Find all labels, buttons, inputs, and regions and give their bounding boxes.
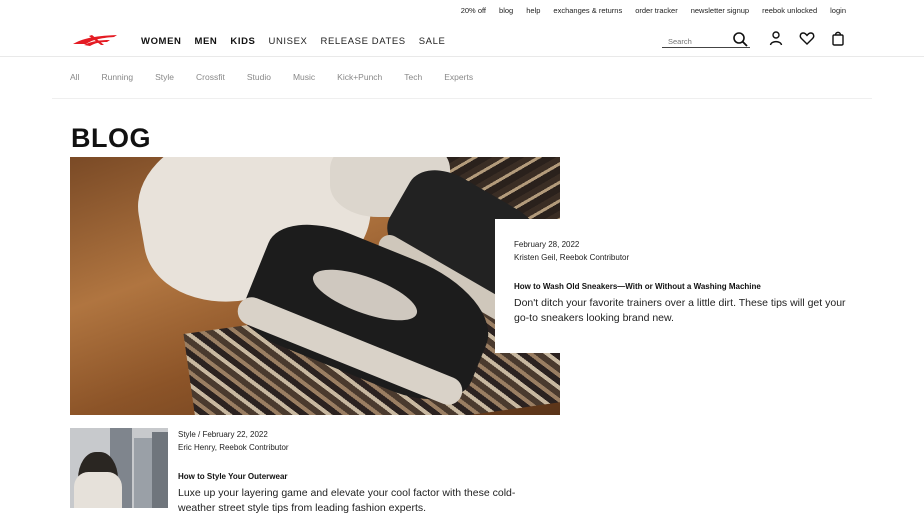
utility-link-help[interactable]: help xyxy=(526,6,540,15)
utility-link-exchanges[interactable]: exchanges & returns xyxy=(553,6,622,15)
category-style[interactable]: Style xyxy=(155,72,174,82)
post-author: Eric Henry, Reebok Contributor xyxy=(178,443,289,452)
category-studio[interactable]: Studio xyxy=(247,72,271,82)
utility-link-unlocked[interactable]: reebok unlocked xyxy=(762,6,817,15)
utility-link-blog[interactable]: blog xyxy=(499,6,513,15)
utility-link-order-tracker[interactable]: order tracker xyxy=(635,6,678,15)
post-title[interactable]: How to Style Your Outerwear xyxy=(178,472,288,481)
featured-post-image[interactable] xyxy=(70,157,560,415)
nav-sale[interactable]: SALE xyxy=(419,36,446,47)
featured-post-card[interactable]: February 28, 2022 Kristen Geil, Reebok C… xyxy=(495,219,855,353)
post-meta: Style / February 22, 2022 xyxy=(178,430,268,439)
utility-link-newsletter[interactable]: newsletter signup xyxy=(691,6,749,15)
account-icon[interactable] xyxy=(768,30,784,46)
search-icon[interactable] xyxy=(732,31,748,47)
nav-kids[interactable]: KIDS xyxy=(230,36,255,47)
utility-link-sale[interactable]: 20% off xyxy=(461,6,486,15)
wishlist-heart-icon[interactable] xyxy=(799,30,815,46)
nav-women[interactable]: WOMEN xyxy=(141,36,181,47)
utility-link-login[interactable]: login xyxy=(830,6,846,15)
main-nav: WOMEN MEN KIDS UNISEX RELEASE DATES SALE xyxy=(0,26,924,54)
primary-nav: WOMEN MEN KIDS UNISEX RELEASE DATES SALE xyxy=(141,36,458,47)
category-running[interactable]: Running xyxy=(101,72,133,82)
nav-release-dates[interactable]: RELEASE DATES xyxy=(320,36,405,47)
category-all[interactable]: All xyxy=(70,72,79,82)
category-tech[interactable]: Tech xyxy=(404,72,422,82)
category-experts[interactable]: Experts xyxy=(444,72,473,82)
featured-post-date: February 28, 2022 xyxy=(514,240,580,249)
nav-unisex[interactable]: UNISEX xyxy=(269,36,308,47)
post-description: Luxe up your layering game and elevate y… xyxy=(178,487,516,514)
nav-men[interactable]: MEN xyxy=(194,36,217,47)
category-music[interactable]: Music xyxy=(293,72,315,82)
utility-nav: 20% off blog help exchanges & returns or… xyxy=(448,6,846,15)
post-thumbnail[interactable] xyxy=(70,428,168,508)
featured-post-author: Kristen Geil, Reebok Contributor xyxy=(514,253,630,262)
category-kick-punch[interactable]: Kick+Punch xyxy=(337,72,382,82)
category-divider xyxy=(52,98,872,99)
search-input[interactable] xyxy=(662,35,732,46)
page-title: BLOG xyxy=(71,123,151,153)
featured-post-title[interactable]: How to Wash Old Sneakers—With or Without… xyxy=(514,282,761,291)
category-crossfit[interactable]: Crossfit xyxy=(196,72,225,82)
reebok-logo[interactable] xyxy=(70,32,122,48)
search-box xyxy=(662,31,750,48)
featured-post-description: Don't ditch your favorite trainers over … xyxy=(514,297,846,324)
nav-divider xyxy=(0,56,924,57)
category-filter-bar: All Running Style Crossfit Studio Music … xyxy=(70,72,495,82)
shopping-bag-icon[interactable] xyxy=(830,30,846,46)
